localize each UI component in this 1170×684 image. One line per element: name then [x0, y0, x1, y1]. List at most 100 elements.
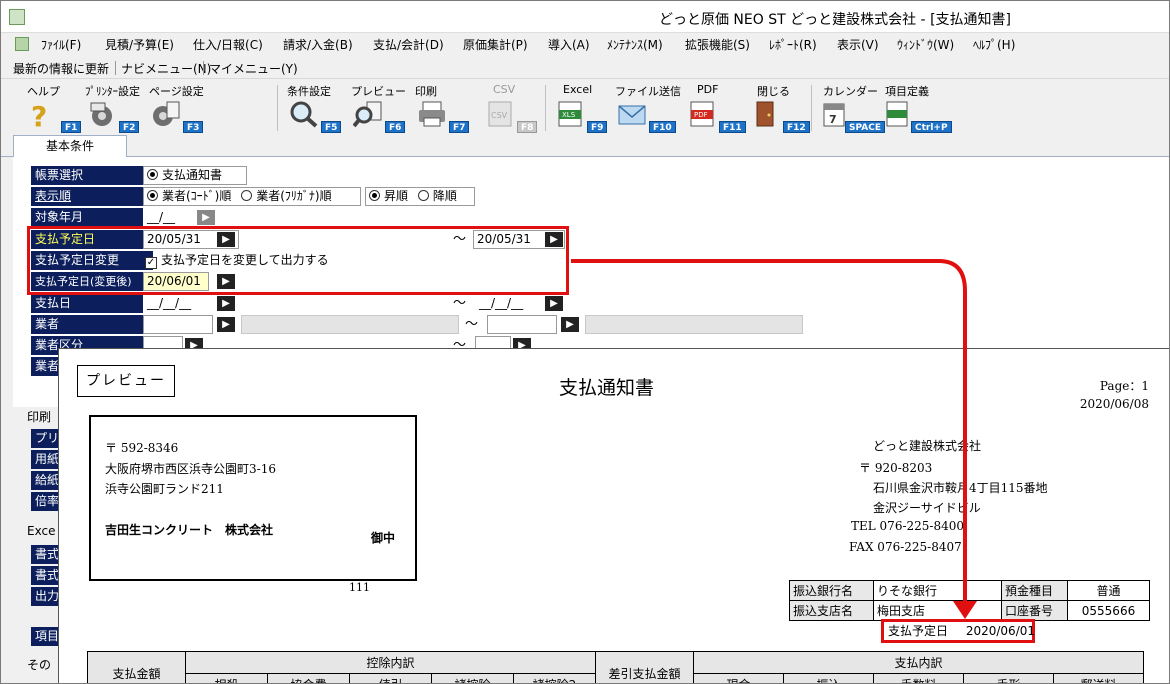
menu-setup[interactable]: 導入(A): [548, 36, 590, 53]
highlight-pay-date-box: [27, 226, 569, 295]
print-icon: [419, 101, 445, 127]
f11-key-badge: F11: [719, 121, 746, 133]
menu-billing[interactable]: 請求/入金(B): [283, 36, 353, 53]
item-definition-button[interactable]: 項目定義 Ctrl+P: [881, 83, 952, 133]
svg-text:XLS: XLS: [562, 111, 576, 119]
report-select-row: 帳票選択 支払通知書: [31, 166, 331, 185]
tab-basic-conditions[interactable]: 基本条件: [13, 135, 127, 157]
desc-radio[interactable]: [417, 190, 429, 201]
file-send-label: ファイル送信: [615, 85, 681, 98]
excel-item-format2: 書式: [31, 566, 61, 585]
vendor-to-picker-icon[interactable]: ▶: [561, 317, 579, 332]
ctrlp-key-badge: Ctrl+P: [911, 121, 952, 133]
pay-day-from-input[interactable]: __/__/__: [143, 294, 203, 313]
print-item-printer: プリ: [31, 429, 61, 448]
menu-maintenance[interactable]: ﾒﾝﾃﾅﾝｽ(M): [607, 36, 663, 53]
excel-button[interactable]: Excel XLS F9: [553, 83, 613, 133]
calendar-button[interactable]: カレンダー 7 SPACE: [819, 83, 885, 133]
f10-key-badge: F10: [649, 121, 676, 133]
menu-help[interactable]: ﾍﾙﾌﾟ(H): [973, 36, 1015, 53]
vendor-to-input[interactable]: [487, 315, 557, 334]
preview-button[interactable]: プレビュー F6: [351, 83, 411, 133]
sender-fax: FAX 076-225-8407: [849, 540, 962, 554]
menu-report[interactable]: ﾚﾎﾟｰﾄ(R): [769, 36, 817, 53]
toolbar-separator: [277, 85, 278, 131]
csv-button[interactable]: CSV CSV F8: [483, 83, 541, 133]
grid-sub-bill: 手形: [963, 673, 1054, 683]
other-group-label: その: [27, 656, 52, 673]
menu-window[interactable]: ｳｨﾝﾄﾞｳ(W): [897, 36, 954, 53]
asc-radio[interactable]: [369, 190, 380, 201]
vendor-from-picker-icon[interactable]: ▶: [217, 317, 235, 332]
menu-estimate[interactable]: 見積/予算(E): [105, 36, 174, 53]
pay-day-to-input[interactable]: __/__/__: [475, 294, 535, 313]
sort-order-label: 表示順: [31, 187, 153, 206]
toolbar: ヘルプ ? F1 ﾌﾟﾘﾝﾀｰ設定 F2 ページ設定 F3 条件設定 F5 プレ…: [1, 79, 1169, 133]
svg-text:CSV: CSV: [491, 111, 508, 120]
menu-extension[interactable]: 拡張機能(S): [685, 36, 750, 53]
vendor-from-name: [241, 315, 459, 334]
f7-key-badge: F7: [449, 121, 470, 133]
sort-code-radio[interactable]: [147, 190, 158, 201]
vendor-extra-row: 業者: [31, 357, 61, 376]
pay-day-to-picker-icon[interactable]: ▶: [545, 296, 563, 311]
tab-row: 基本条件: [1, 133, 1169, 157]
grid-sub-deduct2: 諸控除2: [513, 673, 596, 683]
printer-settings-icon: [90, 102, 112, 126]
report-select-field: 支払通知書: [143, 166, 247, 185]
mail-icon: [618, 105, 646, 125]
branch-name-value: 梅田支店: [873, 600, 1002, 621]
pdf-button[interactable]: PDF PDF F11: [685, 83, 746, 133]
report-select-label: 帳票選択: [31, 166, 153, 185]
page-settings-icon: [153, 101, 180, 126]
target-month-input[interactable]: __/__: [143, 208, 185, 227]
target-month-picker-icon[interactable]: ▶: [197, 210, 215, 225]
page-settings-button[interactable]: ページ設定 F3: [149, 83, 209, 133]
desc-label: 降順: [432, 189, 457, 203]
file-send-button[interactable]: ファイル送信 F10: [615, 83, 681, 133]
sort-kana-radio[interactable]: [241, 190, 253, 201]
recipient-address-2: 浜寺公園町ランド211: [105, 482, 224, 496]
title-bar: どっと原価 NEO ST どっと建設株式会社 - [支払通知書]: [1, 1, 1169, 33]
grid-breakdown: 支払内訳: [693, 651, 1144, 674]
menu-cost[interactable]: 原価集計(P): [463, 36, 528, 53]
grid-diff: 差引支払金額: [595, 651, 694, 683]
sender-company: どっと建設株式会社: [873, 439, 982, 453]
menu-file[interactable]: ﾌｧｲﾙ(F): [41, 36, 81, 53]
preview-button-label: プレビュー: [351, 85, 406, 98]
vendor-from-input[interactable]: [143, 315, 213, 334]
menu-purchase[interactable]: 仕入/日報(C): [193, 36, 263, 53]
report-radio[interactable]: [147, 169, 158, 180]
sort-key-field: 業者(ｺｰﾄﾞ)順 業者(ﾌﾘｶﾞﾅ)順: [143, 187, 361, 206]
excel-label: Excel: [563, 83, 593, 96]
item-definition-row-label: 項目: [31, 627, 61, 646]
print-preview: プレビュー 支払通知書 Page：1 2020/06/08 〒 592-8346…: [58, 348, 1169, 683]
sort-code-label: 業者(ｺｰﾄﾞ)順: [162, 189, 232, 203]
refresh-link[interactable]: 最新の情報に更新: [13, 60, 109, 77]
menu-payment[interactable]: 支払/会計(D): [373, 36, 444, 53]
vendor-extra-label: 業者: [31, 357, 61, 376]
preview-pay-date-box: 支払予定日 2020/06/01: [881, 619, 1035, 643]
menu-view[interactable]: 表示(V): [837, 36, 879, 53]
help-button[interactable]: ヘルプ ? F1: [27, 83, 83, 133]
print-button[interactable]: 印刷 F7: [415, 83, 475, 133]
pay-day-tilde: ～: [453, 296, 467, 311]
vendor-row: 業者 ▶ ～ ▶: [31, 315, 811, 334]
pay-day-from-picker-icon[interactable]: ▶: [217, 296, 235, 311]
item-definition-icon: [886, 101, 908, 127]
my-menu-link[interactable]: マイメニュー(Y): [209, 60, 298, 77]
pdf-label: PDF: [697, 83, 719, 96]
branch-name-label: 振込支店名: [789, 600, 874, 621]
asc-label: 昇順: [384, 189, 409, 203]
preview-title: 支払通知書: [559, 377, 655, 399]
bank-name-value: りそな銀行: [873, 580, 1002, 601]
preview-pay-date-value: 2020/06/01: [965, 624, 1036, 638]
svg-text:PDF: PDF: [694, 111, 708, 119]
account-type-value: 普通: [1067, 580, 1150, 601]
close-button[interactable]: 閉じる F12: [749, 83, 810, 133]
printer-settings-button[interactable]: ﾌﾟﾘﾝﾀｰ設定 F2: [85, 83, 145, 133]
condition-button[interactable]: 条件設定 F5: [287, 83, 347, 133]
navi-menu-link[interactable]: ナビメニュー(N): [121, 60, 211, 77]
close-label: 閉じる: [757, 85, 790, 98]
grid-sub-discount: 値引: [349, 673, 432, 683]
